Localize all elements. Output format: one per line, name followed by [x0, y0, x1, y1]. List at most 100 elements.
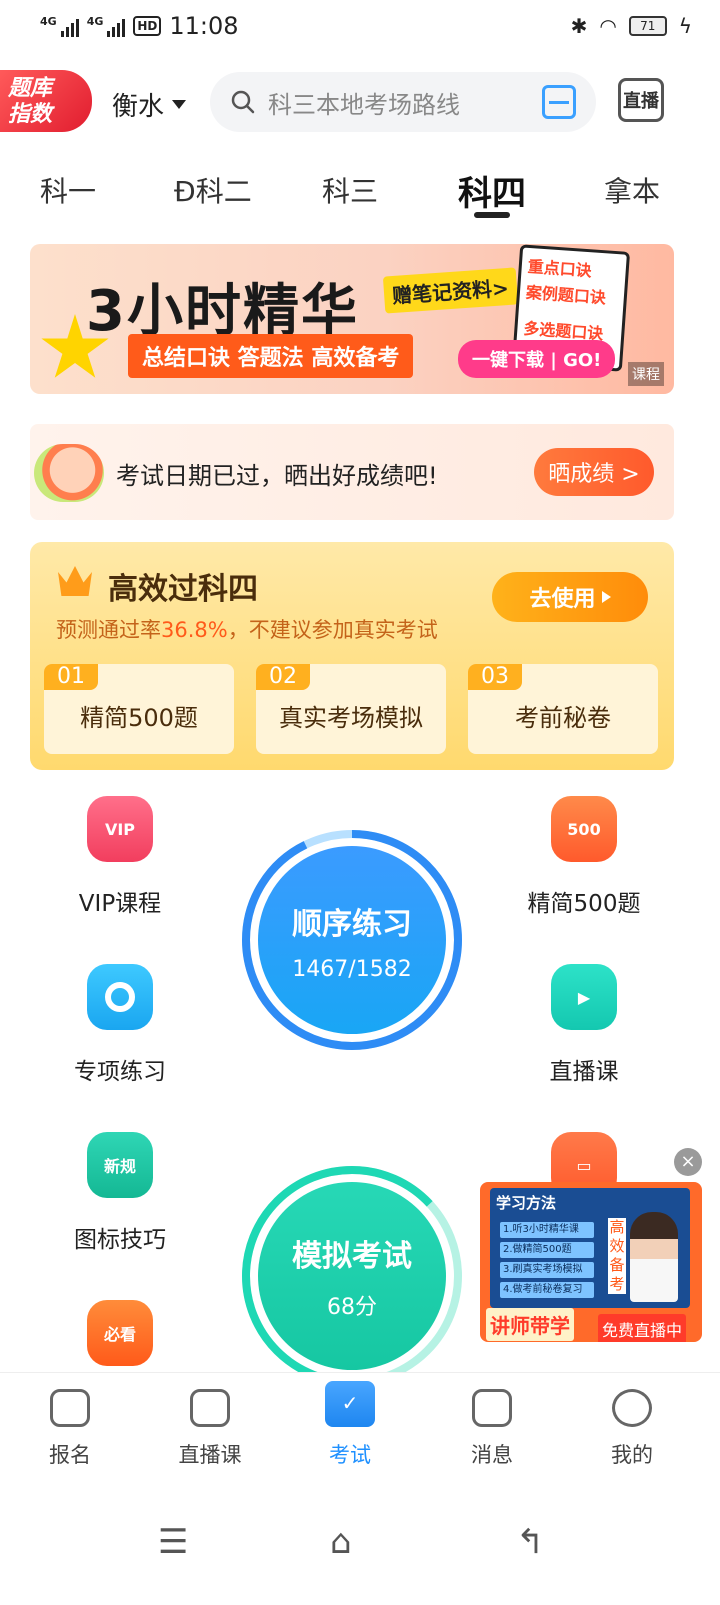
vip-course-label: VIP课程 — [78, 891, 162, 917]
mock-exam-button[interactable]: 模拟考试 68分 — [240, 1164, 464, 1372]
promo-title: 学习方法 — [496, 1194, 557, 1212]
step-card[interactable]: 02 真实考场模拟 — [256, 664, 446, 754]
tab-subject-2[interactable]: Ð科二 — [174, 170, 252, 210]
search-placeholder: 科三本地考场路线 — [268, 90, 460, 119]
message-icon — [472, 1389, 512, 1427]
scan-icon[interactable] — [542, 85, 576, 119]
special-practice-label: 专项练习 — [74, 1059, 166, 1085]
nav-me[interactable]: 我的 — [582, 1389, 682, 1469]
badge-line-2: 指数 — [8, 102, 53, 127]
must-see-item[interactable]: 必看 — [50, 1300, 190, 1366]
clock: 11:08 — [169, 12, 239, 40]
pass-rate-suffix: ，不建议参加真实考试 — [227, 618, 438, 642]
live-button[interactable]: 直播 — [618, 78, 664, 122]
sequential-inner: 顺序练习 1467/1582 — [258, 846, 446, 1034]
city-label: 衡水 — [112, 92, 165, 122]
tab-license[interactable]: 拿本 — [604, 170, 660, 210]
promo-side-text: 高效备考 — [608, 1218, 626, 1294]
step-card[interactable]: 03 考前秘卷 — [468, 664, 658, 754]
tab-subject-2-label: 科二 — [195, 175, 252, 208]
celebration-icon — [34, 444, 104, 502]
icon-tips-item[interactable]: 新规 图标技巧 — [50, 1132, 190, 1254]
promo-badge-teacher: 讲师带学 — [486, 1308, 574, 1341]
simplified-500-label: 精简500题 — [527, 891, 641, 917]
close-icon[interactable]: × — [674, 1148, 702, 1176]
status-left: 4G 4G HD 11:08 — [40, 12, 239, 40]
nav-messages[interactable]: 消息 — [442, 1389, 542, 1469]
promo-banner[interactable]: 3小时精华 赠笔记资料> 总结口诀 答题法 高效备考 重点口诀 案例题口诀 多选… — [30, 244, 674, 394]
floating-live-promo[interactable]: 学习方法 1.听3小时精华课 2.做精简500题 3.刷真实考场模拟 4.做考前… — [480, 1182, 702, 1342]
vip-icon: VIP — [87, 796, 153, 862]
charging-icon: ϟ — [678, 14, 692, 38]
use-button[interactable]: 去使用 — [492, 572, 648, 622]
pass-rate-value: 36.8% — [161, 618, 228, 642]
play-icon — [601, 591, 611, 603]
video-icon: ▶ — [551, 964, 617, 1030]
promo-row: 3.刷真实考场模拟 — [500, 1262, 594, 1278]
promo-row: 1.听3小时精华课 — [500, 1222, 594, 1238]
badge-line-1: 题库 — [8, 76, 53, 101]
hd-icon: HD — [133, 16, 162, 36]
question-bank-index-badge[interactable]: 题库 指数 — [0, 70, 92, 132]
subject-tabs: 科一 Ð科二 科三 科四 拿本 — [0, 160, 720, 220]
tab-active-indicator — [474, 212, 510, 218]
promo-row: 2.做精简500题 — [500, 1242, 594, 1258]
city-selector[interactable]: 衡水 — [112, 86, 187, 123]
form-icon — [50, 1389, 90, 1427]
nav-me-label: 我的 — [611, 1443, 653, 1467]
caret-down-icon — [172, 100, 187, 109]
nav-live[interactable]: 直播课 — [160, 1389, 260, 1469]
icon-tips-label: 图标技巧 — [74, 1227, 166, 1253]
share-score-button[interactable]: 晒成绩 > — [534, 448, 654, 496]
tab-subject-2-icon: Ð — [174, 175, 196, 208]
back-icon[interactable]: ↰ — [516, 1522, 545, 1562]
nav-signup[interactable]: 报名 — [20, 1389, 120, 1469]
step-number: 03 — [468, 664, 522, 690]
teacher-avatar — [630, 1212, 678, 1302]
simplified-500-item[interactable]: 500 精简500题 — [514, 796, 654, 918]
sequential-title: 顺序练习 — [292, 906, 412, 942]
promo-badge-live: 免费直播中 — [598, 1314, 687, 1342]
step-card[interactable]: 01 精简500题 — [44, 664, 234, 754]
sequential-practice-button[interactable]: 顺序练习 1467/1582 — [240, 828, 464, 1052]
smile-icon — [612, 1389, 652, 1427]
vip-course-item[interactable]: VIP VIP课程 — [50, 796, 190, 918]
banner-subtitle: 总结口诀 答题法 高效备考 — [128, 334, 414, 378]
efficient-pass-card: 高效过科四 预测通过率36.8%，不建议参加真实考试 去使用 01 精简500题… — [30, 542, 674, 770]
menu-icon[interactable]: ☰ — [158, 1522, 188, 1562]
must-see-icon: 必看 — [87, 1300, 153, 1366]
banner-card-line-2: 案例题口诀 — [525, 282, 607, 308]
new-rules-icon: 新规 — [87, 1132, 153, 1198]
bluetooth-icon: ✱ — [570, 14, 588, 38]
status-bar: 4G 4G HD 11:08 ✱ ◠ 71 ϟ — [0, 0, 720, 56]
tv-play-icon — [190, 1389, 230, 1427]
tab-subject-3[interactable]: 科三 — [322, 170, 378, 210]
nav-messages-label: 消息 — [471, 1443, 513, 1467]
battery-icon: 71 — [628, 16, 667, 36]
wifi-icon: ◠ — [599, 14, 617, 38]
status-right: ✱ ◠ 71 ϟ — [571, 14, 692, 38]
ad-mark: 课程 — [628, 362, 664, 386]
mock-title: 模拟考试 — [292, 1239, 412, 1274]
signal-icon: 4G — [40, 15, 79, 37]
system-nav: ☰ ⌂ ↰ — [0, 1482, 720, 1605]
tab-subject-4[interactable]: 科四 — [458, 166, 526, 215]
search-bar[interactable]: 科三本地考场路线 — [210, 72, 596, 132]
mock-score: 68分 — [327, 1295, 377, 1320]
nav-exam-label: 考试 — [329, 1443, 371, 1467]
exam-notice: 考试日期已过，晒出好成绩吧! 晒成绩 > — [30, 424, 674, 520]
mock-inner: 模拟考试 68分 — [258, 1182, 446, 1370]
tab-subject-1[interactable]: 科一 — [40, 170, 96, 210]
home-icon[interactable]: ⌂ — [330, 1522, 352, 1562]
bottom-nav: 报名 直播课 考试 消息 我的 — [0, 1372, 720, 1482]
banner-download-button[interactable]: 一键下载 | GO! — [458, 340, 616, 378]
pass-rate-text: 预测通过率36.8%，不建议参加真实考试 — [56, 614, 438, 644]
live-course-item[interactable]: ▶ 直播课 — [514, 964, 654, 1086]
signal-icon: 4G — [87, 15, 126, 37]
step-number: 02 — [256, 664, 310, 690]
nav-exam[interactable]: 考试 — [300, 1381, 400, 1469]
step-label: 真实考场模拟 — [279, 704, 423, 732]
special-practice-item[interactable]: 专项练习 — [50, 964, 190, 1086]
promo-row: 4.做考前秘卷复习 — [500, 1282, 594, 1298]
target-icon — [87, 964, 153, 1030]
